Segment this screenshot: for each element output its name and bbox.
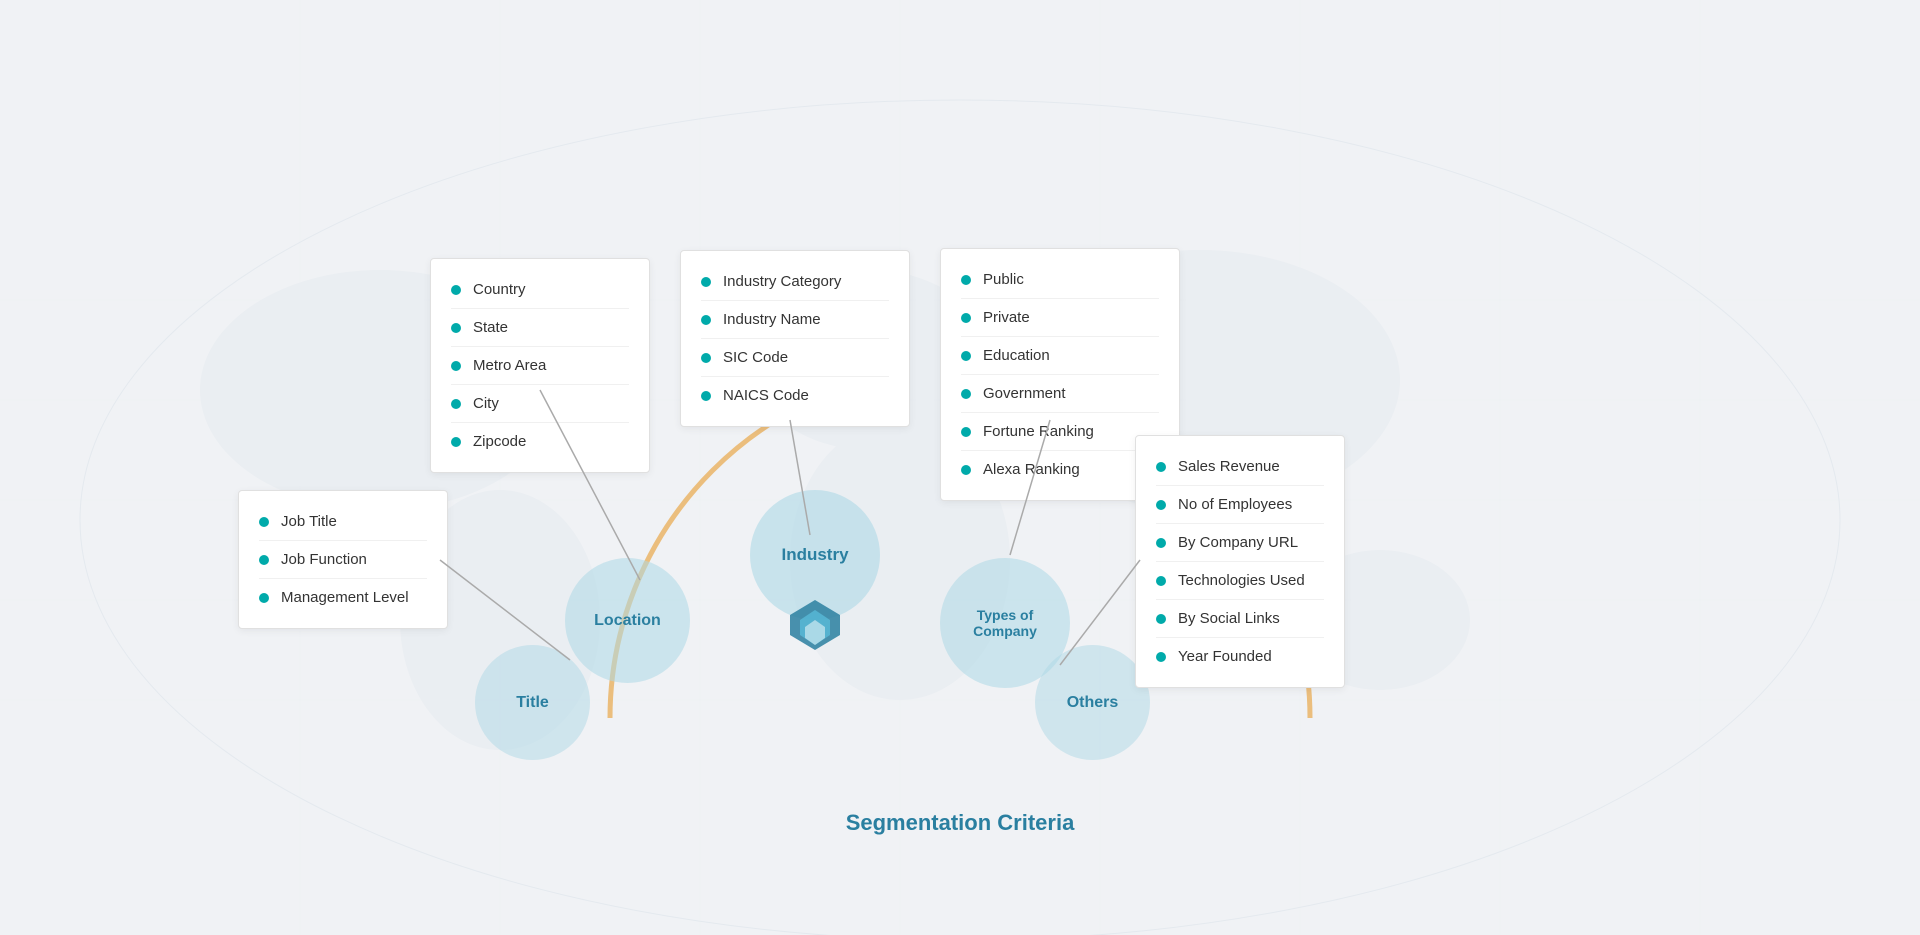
dot-metro [451,361,461,371]
dot-zipcode [451,437,461,447]
card-industry: Industry Category Industry Name SIC Code… [680,250,910,427]
types-item-education: Education [961,337,1159,375]
dot-private [961,313,971,323]
dot-government [961,389,971,399]
types-item-government: Government [961,375,1159,413]
dot-jobfunction [259,555,269,565]
card-location: Country State Metro Area City Zipcode [430,258,650,473]
industry-item-naics: NAICS Code [701,377,889,414]
dot-country [451,285,461,295]
dot-url [1156,538,1166,548]
location-item-state: State [451,309,629,347]
location-item-city: City [451,385,629,423]
title-item-jobfunction: Job Function [259,541,427,579]
others-item-url: By Company URL [1156,524,1324,562]
dot-fortune [961,427,971,437]
title-item-management: Management Level [259,579,427,616]
types-item-fortune: Fortune Ranking [961,413,1159,451]
dot-tech [1156,576,1166,586]
dot-naics-code [701,391,711,401]
industry-item-sic: SIC Code [701,339,889,377]
main-container: Industry Location Types ofCompany Title … [0,0,1920,935]
others-item-tech: Technologies Used [1156,562,1324,600]
dot-public [961,275,971,285]
industry-item-name: Industry Name [701,301,889,339]
card-title: Job Title Job Function Management Level [238,490,448,629]
others-item-founded: Year Founded [1156,638,1324,675]
center-logo [790,600,840,660]
bubble-title: Title [475,645,590,760]
dot-founded [1156,652,1166,662]
dot-social [1156,614,1166,624]
dot-education [961,351,971,361]
segmentation-label: Segmentation Criteria [846,810,1075,836]
dot-industry-name [701,315,711,325]
dot-city [451,399,461,409]
dot-management [259,593,269,603]
others-item-social: By Social Links [1156,600,1324,638]
title-item-jobtitle: Job Title [259,503,427,541]
dot-sic-code [701,353,711,363]
dot-industry-category [701,277,711,287]
others-item-employees: No of Employees [1156,486,1324,524]
dot-employees [1156,500,1166,510]
dot-state [451,323,461,333]
dot-revenue [1156,462,1166,472]
bubble-location: Location [565,558,690,683]
others-item-revenue: Sales Revenue [1156,448,1324,486]
location-item-metro: Metro Area [451,347,629,385]
industry-item-category: Industry Category [701,263,889,301]
dot-alexa [961,465,971,475]
bubble-others: Others [1035,645,1150,760]
dot-jobtitle [259,517,269,527]
card-others: Sales Revenue No of Employees By Company… [1135,435,1345,688]
location-item-zipcode: Zipcode [451,423,629,460]
types-item-public: Public [961,261,1159,299]
location-item-country: Country [451,271,629,309]
types-item-alexa: Alexa Ranking [961,451,1159,488]
types-item-private: Private [961,299,1159,337]
